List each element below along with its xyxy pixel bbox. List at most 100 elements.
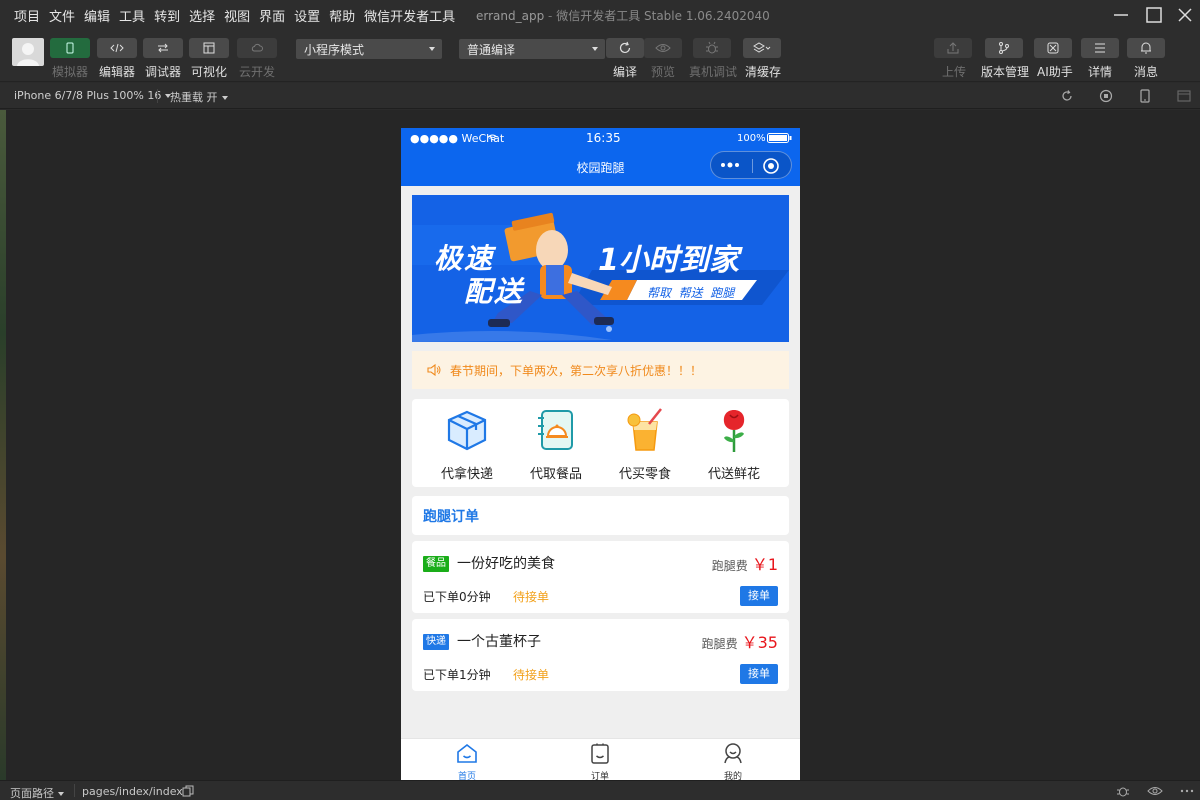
- exit-icon[interactable]: [762, 157, 780, 175]
- capsule-button[interactable]: [710, 151, 792, 179]
- avatar[interactable]: [12, 38, 44, 66]
- ai-assistant-button[interactable]: [1034, 38, 1072, 58]
- visual-button[interactable]: 可视化: [189, 38, 229, 80]
- device-select[interactable]: iPhone 6/7/8 Plus 100% 16: [14, 89, 172, 102]
- close-icon[interactable]: [1174, 4, 1196, 26]
- menu-tools[interactable]: 工具: [111, 6, 145, 25]
- order-status: 待接单: [513, 590, 550, 604]
- tab-orders-label: 订单: [590, 772, 609, 780]
- rose-icon: [723, 410, 745, 452]
- chevron-down-icon: [429, 47, 435, 51]
- compile-select-value: 普通编译: [467, 42, 516, 57]
- remote-debug-button: [693, 38, 731, 58]
- compile-label: 编译: [613, 65, 638, 79]
- order-fee: 跑腿费 ￥1: [712, 551, 778, 575]
- cloud-icon: [251, 43, 263, 52]
- simulator-subbar: iPhone 6/7/8 Plus 100% 16 热重载 开: [0, 83, 1200, 109]
- tab-profile[interactable]: 我的: [703, 742, 763, 780]
- package-icon: [447, 410, 487, 451]
- details-label: 详情: [1088, 65, 1113, 79]
- cloud-dev-label: 云开发: [238, 65, 275, 79]
- window-title-version: 微信开发者工具 Stable 1.06.2402040: [556, 9, 770, 23]
- simulator-button[interactable]: 模拟器: [50, 38, 90, 80]
- bug-icon[interactable]: [1116, 784, 1130, 798]
- order-fee-value: ￥35: [741, 633, 778, 652]
- profile-icon: [724, 743, 742, 764]
- window-title: errand_app - 微信开发者工具 Stable 1.06.2402040: [476, 9, 770, 23]
- debugger-button[interactable]: 调试器: [143, 38, 183, 80]
- banner-tags: 帮取 帮送 跑腿: [647, 286, 735, 300]
- window-title-project: errand_app: [476, 9, 545, 23]
- devtools-window: 项目 文件 编辑 工具 转到 选择 视图 界面 设置 帮助 微信开发者工具 er…: [0, 0, 1200, 800]
- menu-select[interactable]: 选择: [181, 6, 215, 25]
- rotate-icon[interactable]: [1059, 88, 1075, 104]
- copy-icon[interactable]: [182, 785, 194, 797]
- service-food[interactable]: 代取餐品: [516, 406, 596, 482]
- page-path: pages/index/index: [82, 785, 183, 798]
- menu-wechat-devtools[interactable]: 微信开发者工具: [356, 6, 455, 25]
- version-button[interactable]: [985, 38, 1023, 58]
- debug-icon: [158, 43, 168, 53]
- phone-icon: [66, 42, 74, 54]
- more-icon[interactable]: [1180, 785, 1194, 797]
- tab-home[interactable]: 首页: [437, 742, 497, 780]
- menu-help[interactable]: 帮助: [321, 6, 355, 25]
- phone-simulator: ●●●●● WeChat 16:35 100% 校园跑腿 极速 配送 1小时到家…: [401, 128, 800, 780]
- menu-file[interactable]: 文件: [41, 6, 75, 25]
- clipboard-icon: [591, 743, 609, 764]
- tab-home-label: 首页: [457, 772, 476, 780]
- order-fee-label: 跑腿费: [701, 637, 738, 651]
- menu-settings[interactable]: 设置: [286, 6, 320, 25]
- device-icon[interactable]: [1137, 88, 1153, 104]
- accept-order-button[interactable]: 接单: [740, 586, 778, 606]
- menu-interface[interactable]: 界面: [251, 6, 285, 25]
- page-path-select[interactable]: 页面路径: [10, 785, 64, 800]
- clear-cache-label: 清缓存: [745, 65, 782, 79]
- order-card[interactable]: 快递 一个古董杯子 跑腿费 ￥35 已下单1分钟 待接单 接单: [412, 619, 789, 691]
- mode-select[interactable]: 小程序模式: [296, 39, 442, 59]
- chevron-down-icon: [58, 792, 64, 796]
- service-snack[interactable]: 代买零食: [605, 406, 685, 482]
- home-icon: [457, 743, 477, 763]
- order-tag: 餐品: [423, 556, 449, 572]
- menu-edit[interactable]: 编辑: [76, 6, 110, 25]
- menu-view[interactable]: 视图: [216, 6, 250, 25]
- eye-icon[interactable]: [1147, 785, 1163, 797]
- service-flower[interactable]: 代送鲜花: [694, 406, 774, 482]
- preview-button: [644, 38, 682, 58]
- bug-icon: [706, 41, 718, 54]
- detach-icon[interactable]: [1176, 88, 1192, 104]
- order-tag: 快递: [423, 634, 449, 650]
- details-button[interactable]: [1081, 38, 1119, 58]
- nav-bar: 校园跑腿: [401, 148, 800, 186]
- compile-button[interactable]: [606, 38, 644, 58]
- service-food-label: 代取餐品: [529, 467, 582, 482]
- preview-label: 预览: [651, 65, 676, 79]
- stop-icon[interactable]: [1098, 88, 1114, 104]
- ai-assistant-label: AI助手: [1037, 65, 1073, 79]
- accept-order-button[interactable]: 接单: [740, 664, 778, 684]
- order-card[interactable]: 餐品 一份好吃的美食 跑腿费 ￥1 已下单0分钟 待接单 接单: [412, 541, 789, 613]
- clear-cache-button[interactable]: [743, 38, 781, 58]
- editor-button[interactable]: 编辑器: [97, 38, 137, 80]
- promo-banner[interactable]: 极速 配送 1小时到家 帮取 帮送 跑腿: [412, 195, 789, 342]
- hot-reload-toggle[interactable]: 热重载 开: [170, 89, 228, 105]
- order-fee: 跑腿费 ￥35: [702, 629, 778, 653]
- menu-goto[interactable]: 转到: [146, 6, 180, 25]
- service-express-label: 代拿快递: [440, 467, 493, 482]
- divider: [157, 89, 158, 103]
- compile-select[interactable]: 普通编译: [459, 39, 605, 59]
- minimize-icon[interactable]: [1110, 4, 1132, 26]
- banner-line2: 配送: [464, 275, 525, 308]
- banner-headline: 1小时到家: [598, 243, 739, 278]
- more-icon[interactable]: [720, 161, 742, 169]
- menu-project[interactable]: 项目: [0, 6, 40, 25]
- service-express[interactable]: 代拿快递: [427, 406, 507, 482]
- order-fee-label: 跑腿费: [711, 559, 748, 573]
- upload-button: [934, 38, 972, 58]
- messages-button[interactable]: [1127, 38, 1165, 58]
- status-bar: ●●●●● WeChat 16:35 100%: [401, 128, 800, 148]
- tab-orders[interactable]: 订单: [570, 742, 630, 780]
- maximize-icon[interactable]: [1143, 4, 1165, 26]
- speaker-icon: [427, 363, 441, 377]
